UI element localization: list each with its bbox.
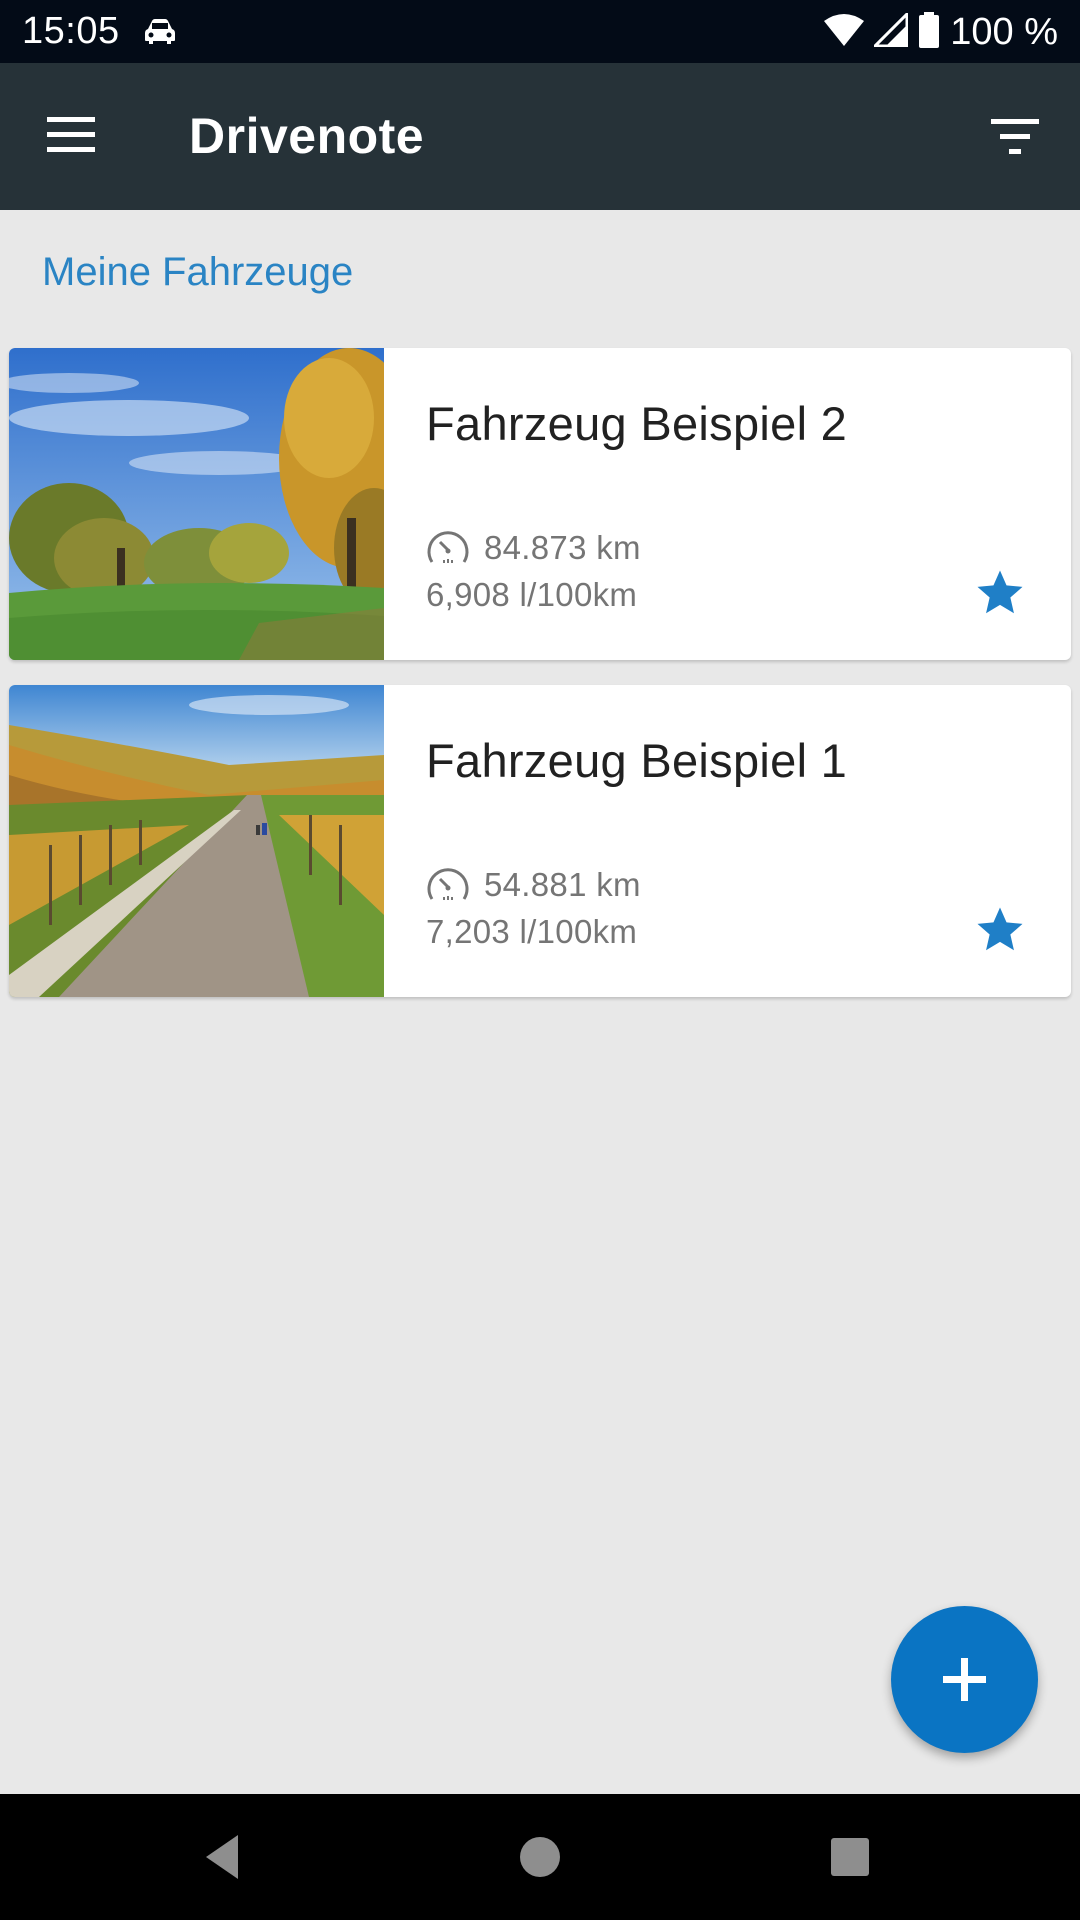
favorite-star-icon[interactable] bbox=[973, 903, 1027, 957]
filter-icon bbox=[991, 119, 1039, 154]
vehicle-card[interactable]: Fahrzeug Beispiel 2 84.873 km 6,908 l/10… bbox=[9, 348, 1071, 660]
vehicle-consumption: 6,908 l/100km bbox=[426, 576, 638, 613]
plus-icon bbox=[943, 1658, 986, 1701]
home-icon bbox=[520, 1837, 560, 1877]
app-toolbar: Drivenote bbox=[0, 63, 1080, 210]
signal-icon bbox=[871, 9, 909, 52]
back-icon bbox=[206, 1835, 238, 1879]
speedometer-icon bbox=[427, 868, 469, 900]
status-time: 15:05 bbox=[22, 10, 120, 52]
vehicle-image bbox=[9, 348, 384, 660]
speedometer-icon bbox=[427, 531, 469, 563]
filter-button[interactable] bbox=[988, 115, 1042, 159]
status-bar: 15:05 100 % bbox=[0, 0, 1080, 63]
vehicle-name: Fahrzeug Beispiel 1 bbox=[426, 734, 848, 787]
back-button[interactable] bbox=[198, 1829, 254, 1885]
status-icons: 100 % bbox=[824, 9, 1058, 54]
add-vehicle-button[interactable] bbox=[891, 1606, 1038, 1753]
vehicle-consumption: 7,203 l/100km bbox=[426, 913, 638, 950]
vehicle-mileage: 54.881 km bbox=[484, 866, 641, 903]
vehicle-name: Fahrzeug Beispiel 2 bbox=[426, 397, 848, 450]
battery-percentage: 100 % bbox=[950, 10, 1058, 53]
vehicle-image bbox=[9, 685, 384, 997]
battery-icon bbox=[918, 11, 940, 53]
favorite-star-icon[interactable] bbox=[973, 566, 1027, 620]
navigation-bar bbox=[0, 1794, 1080, 1920]
mileage-row: 84.873 km bbox=[426, 528, 641, 568]
home-button[interactable] bbox=[512, 1829, 568, 1885]
mileage-row: 54.881 km bbox=[426, 865, 641, 905]
app-title: Drivenote bbox=[189, 108, 425, 164]
menu-button[interactable] bbox=[44, 113, 98, 157]
wifi-icon bbox=[824, 13, 865, 52]
vehicle-card[interactable]: Fahrzeug Beispiel 1 54.881 km 7,203 l/10… bbox=[9, 685, 1071, 997]
vehicle-mileage: 84.873 km bbox=[484, 529, 641, 566]
menu-icon bbox=[47, 117, 95, 152]
recents-button[interactable] bbox=[822, 1829, 878, 1885]
car-icon bbox=[142, 15, 178, 52]
recents-icon bbox=[831, 1838, 869, 1876]
section-title: Meine Fahrzeuge bbox=[42, 250, 354, 294]
